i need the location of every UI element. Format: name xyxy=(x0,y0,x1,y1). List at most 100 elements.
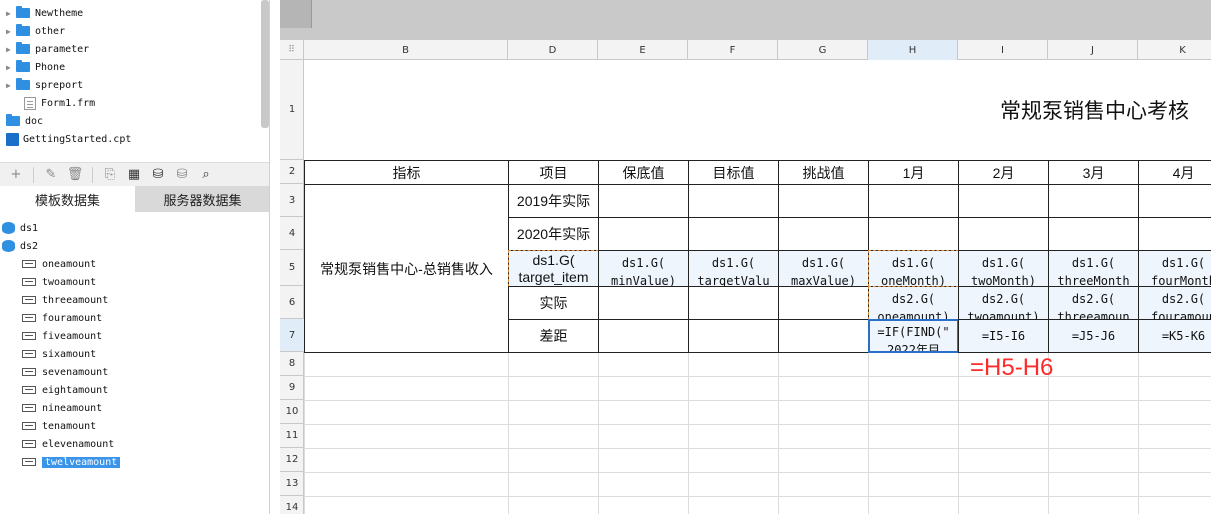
row-header-3[interactable]: 3 xyxy=(280,184,304,217)
expand-arrow-icon[interactable]: ▶ xyxy=(6,63,16,72)
row-header-9[interactable]: 9 xyxy=(280,376,304,400)
empty-cell[interactable] xyxy=(688,286,779,320)
row-header-1[interactable]: 1 xyxy=(280,60,304,160)
formula-cell[interactable]: ds1.G( oneMonth) xyxy=(868,250,959,287)
row-header-2[interactable]: 2 xyxy=(280,160,304,184)
expand-arrow-icon[interactable]: ▶ xyxy=(6,27,16,36)
item-cell[interactable]: 2019年实际 xyxy=(508,184,599,218)
header-cell[interactable]: 挑战值 xyxy=(778,160,869,185)
formula-cell[interactable]: ds1.G( minValue) xyxy=(598,250,689,287)
field-item[interactable]: oneamount xyxy=(0,255,96,273)
header-cell[interactable]: 4月 xyxy=(1138,160,1211,185)
field-item[interactable]: elevenamount xyxy=(0,435,114,453)
column-header-j[interactable]: J xyxy=(1048,40,1138,60)
field-item[interactable]: nineamount xyxy=(0,399,102,417)
item-cell[interactable]: ds1.G( target_item xyxy=(508,250,599,287)
expand-arrow-icon[interactable]: ▶ xyxy=(6,45,16,54)
formula-cell[interactable]: ds2.G( oneamount) xyxy=(868,286,959,320)
empty-cell[interactable] xyxy=(778,184,869,218)
row-header-11[interactable]: 11 xyxy=(280,424,304,448)
header-cell[interactable]: 3月 xyxy=(1048,160,1139,185)
row-header-4[interactable]: 4 xyxy=(280,217,304,250)
column-header-f[interactable]: F xyxy=(688,40,778,60)
formula-cell[interactable]: =K5-K6 xyxy=(1138,319,1211,353)
empty-cell[interactable] xyxy=(598,319,689,353)
tree-item[interactable]: ▶ spreport xyxy=(6,76,83,94)
field-item[interactable]: twelveamount xyxy=(0,453,121,471)
database-icon[interactable]: ⛁ xyxy=(148,165,168,185)
field-item[interactable]: sevenamount xyxy=(0,363,108,381)
indicator-cell[interactable]: 常规泵销售中心-总销售收入 xyxy=(304,184,509,353)
report-title[interactable]: 常规泵销售中心考核 xyxy=(304,60,1211,161)
tree-item[interactable]: ▶ Phone xyxy=(6,58,65,76)
row-header-7[interactable]: 7 xyxy=(280,319,304,352)
empty-cell[interactable] xyxy=(1138,184,1211,218)
tree-item-doc[interactable]: doc xyxy=(6,112,43,130)
row-header-13[interactable]: 13 xyxy=(280,472,304,496)
empty-cell[interactable] xyxy=(598,217,689,251)
formula-cell[interactable]: =I5-I6 xyxy=(958,319,1049,353)
header-cell[interactable]: 指标 xyxy=(304,160,509,185)
formula-cell[interactable]: ds1.G( threeMonth xyxy=(1048,250,1139,287)
formula-cell[interactable]: ds1.G( twoMonth) xyxy=(958,250,1049,287)
formula-cell[interactable]: ds2.G( fouramoun xyxy=(1138,286,1211,320)
field-item[interactable]: sixamount xyxy=(0,345,96,363)
select-all-corner[interactable]: ⠿ xyxy=(280,40,304,60)
tree-item[interactable]: ▶ Newtheme xyxy=(6,4,83,22)
row-header-14[interactable]: 14 xyxy=(280,496,304,514)
formula-cell[interactable]: ds1.G( maxValue) xyxy=(778,250,869,287)
empty-cell[interactable] xyxy=(1048,184,1139,218)
column-header-b[interactable]: B xyxy=(304,40,508,60)
tree-item-cpt[interactable]: GettingStarted.cpt xyxy=(6,130,131,148)
tree-item-file[interactable]: Form1.frm xyxy=(24,94,95,112)
database-connect-icon[interactable]: ⛁ xyxy=(172,165,192,185)
item-cell[interactable]: 2020年实际 xyxy=(508,217,599,251)
header-cell[interactable]: 项目 xyxy=(508,160,599,185)
edit-icon[interactable]: ✎ xyxy=(41,165,61,185)
empty-cell[interactable] xyxy=(778,286,869,320)
row-header-10[interactable]: 10 xyxy=(280,400,304,424)
row-header-5[interactable]: 5 xyxy=(280,250,304,286)
empty-cell[interactable] xyxy=(1048,217,1139,251)
item-cell[interactable]: 差距 xyxy=(508,319,599,353)
header-cell[interactable]: 保底值 xyxy=(598,160,689,185)
column-header-d[interactable]: D xyxy=(508,40,598,60)
header-cell[interactable]: 目标值 xyxy=(688,160,779,185)
tab-server-dataset[interactable]: 服务器数据集 xyxy=(135,186,269,212)
empty-cell[interactable] xyxy=(598,184,689,218)
formula-cell[interactable]: ds1.G( targetValu xyxy=(688,250,779,287)
column-header-k[interactable]: K xyxy=(1138,40,1211,60)
field-item[interactable]: fiveamount xyxy=(0,327,102,345)
tree-item[interactable]: ▶ parameter xyxy=(6,40,89,58)
empty-cell[interactable] xyxy=(958,184,1049,218)
formula-cell[interactable]: ds2.G( twoamount) xyxy=(958,286,1049,320)
tree-item[interactable]: ▶ other xyxy=(6,22,65,40)
row-header-12[interactable]: 12 xyxy=(280,448,304,472)
empty-cell[interactable] xyxy=(868,217,959,251)
column-header-h[interactable]: H xyxy=(868,40,958,60)
formula-cell[interactable]: =IF(FIND(" 2022年目 xyxy=(868,319,959,353)
search-icon[interactable]: ⌕ xyxy=(196,165,216,185)
row-header-8[interactable]: 8 xyxy=(280,352,304,376)
delete-icon[interactable]: 🗑 xyxy=(65,165,85,185)
formula-cell[interactable]: ds2.G( threeamoun xyxy=(1048,286,1139,320)
empty-cell[interactable] xyxy=(688,184,779,218)
field-item[interactable]: fouramount xyxy=(0,309,102,327)
row-header-6[interactable]: 6 xyxy=(280,286,304,319)
empty-cell[interactable] xyxy=(598,286,689,320)
field-item[interactable]: eightamount xyxy=(0,381,108,399)
item-cell[interactable]: 实际 xyxy=(508,286,599,320)
column-header-i[interactable]: I xyxy=(958,40,1048,60)
header-cell[interactable]: 2月 xyxy=(958,160,1049,185)
tab-template-dataset[interactable]: 模板数据集 xyxy=(0,186,135,212)
formula-cell[interactable]: =J5-J6 xyxy=(1048,319,1139,353)
column-header-g[interactable]: G xyxy=(778,40,868,60)
field-item[interactable]: threeamount xyxy=(0,291,108,309)
column-header-e[interactable]: E xyxy=(598,40,688,60)
empty-cell[interactable] xyxy=(778,319,869,353)
field-item[interactable]: twoamount xyxy=(0,273,96,291)
refresh-icon[interactable]: ▦ xyxy=(124,165,144,185)
empty-cell[interactable] xyxy=(1138,217,1211,251)
expand-arrow-icon[interactable]: ▶ xyxy=(6,81,16,90)
tree-scrollbar[interactable] xyxy=(261,0,269,128)
